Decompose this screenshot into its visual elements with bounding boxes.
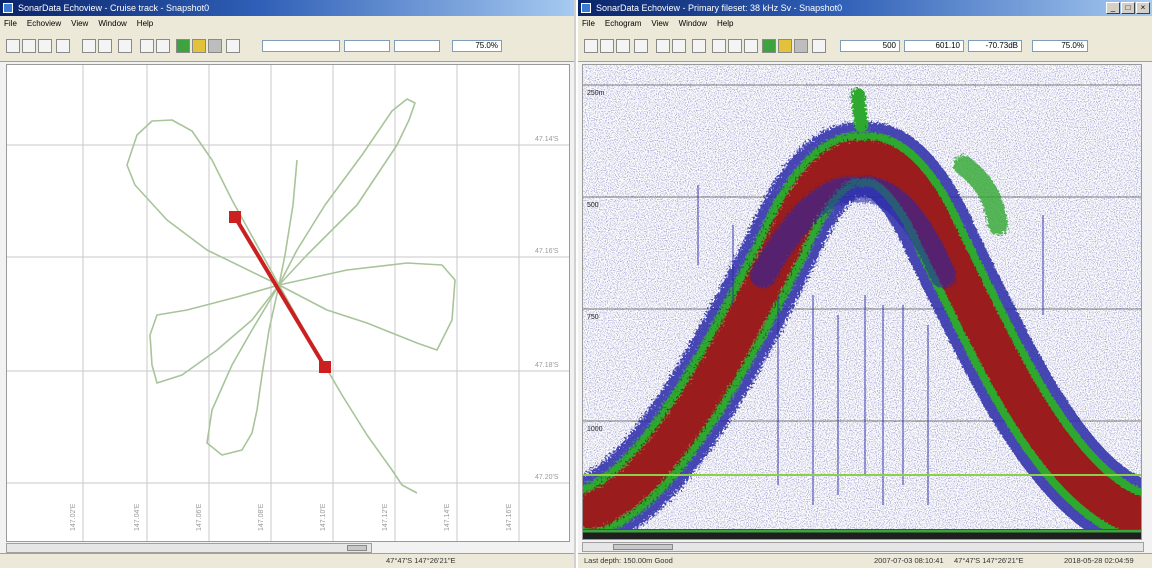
status-last-depth: Last depth: 150.00m Good: [584, 556, 673, 565]
left-toolbar-field-2[interactable]: [344, 40, 390, 52]
line-tool-icon[interactable]: [712, 39, 726, 53]
depth-label: 250m: [587, 90, 605, 97]
properties-icon[interactable]: [192, 39, 206, 53]
track-loop-lower: [206, 284, 280, 456]
lat-label: 47.14'S: [535, 136, 559, 143]
left-toolbar-field-3[interactable]: [394, 40, 440, 52]
right-scroll-thumb[interactable]: [613, 544, 673, 550]
export-icon[interactable]: [812, 39, 826, 53]
ship-track: [126, 98, 456, 494]
properties-icon[interactable]: [778, 39, 792, 53]
app-icon: [581, 3, 591, 13]
menu-file[interactable]: File: [4, 19, 17, 28]
right-status-bar: Last depth: 150.00m Good 2007-07-03 08:1…: [578, 553, 1152, 568]
menu-view[interactable]: View: [71, 19, 88, 28]
cursor-icon[interactable]: [82, 39, 96, 53]
lon-label: 147.14'E: [444, 503, 451, 531]
track-loop-left: [149, 284, 280, 384]
left-title-bar[interactable]: SonarData Echoview - Cruise track - Snap…: [0, 0, 574, 16]
segment-start-handle[interactable]: [229, 211, 241, 223]
save-icon[interactable]: [616, 39, 630, 53]
status-date: 2018-05-28 02:04:59: [1064, 556, 1134, 565]
lon-label: 147.04'E: [134, 503, 141, 531]
menu-help[interactable]: Help: [137, 19, 153, 28]
right-zoom-field[interactable]: 75.0%: [1032, 40, 1088, 52]
zoom-icon[interactable]: [672, 39, 686, 53]
echogram-icon[interactable]: [176, 39, 190, 53]
depth-label: 500: [587, 202, 599, 209]
right-toolbar-field-3[interactable]: -70.73dB: [968, 40, 1022, 52]
measure-icon[interactable]: [692, 39, 706, 53]
left-menu-bar: File Echoview View Window Help: [0, 16, 574, 30]
open-icon[interactable]: [600, 39, 614, 53]
selected-segment[interactable]: [229, 211, 331, 373]
line-tool-icon[interactable]: [140, 39, 154, 53]
app-icon: [3, 3, 13, 13]
left-window-title: SonarData Echoview - Cruise track - Snap…: [18, 3, 210, 13]
menu-help[interactable]: Help: [717, 19, 733, 28]
minimize-button[interactable]: _: [1106, 2, 1120, 14]
left-horizontal-scrollbar[interactable]: [6, 543, 372, 553]
save-icon[interactable]: [38, 39, 52, 53]
lon-label: 147.16'E: [506, 503, 513, 531]
region-tool-icon[interactable]: [156, 39, 170, 53]
left-toolbar-field-1[interactable]: [262, 40, 340, 52]
right-toolbar: 500 601.10 -70.73dB 75.0%: [578, 30, 1152, 62]
left-zoom-field[interactable]: 75.0%: [452, 40, 502, 52]
echogram-icon[interactable]: [762, 39, 776, 53]
right-title-bar[interactable]: SonarData Echoview - Primary fileset: 38…: [578, 0, 1152, 16]
pick-icon[interactable]: [744, 39, 758, 53]
open-icon[interactable]: [22, 39, 36, 53]
echogram-view[interactable]: 250m 500 750 1000: [582, 64, 1142, 540]
measure-icon[interactable]: [118, 39, 132, 53]
status-position: 47°47'S 147°26'21"E: [954, 556, 1024, 565]
track-icon[interactable]: [794, 39, 808, 53]
lon-label: 147.08'E: [258, 503, 265, 531]
segment-end-handle[interactable]: [319, 361, 331, 373]
lon-label: 147.06'E: [196, 503, 203, 531]
status-time: 2007-07-03 08:10:41: [874, 556, 944, 565]
lon-label: 147.10'E: [320, 503, 327, 531]
depth-label: 750: [587, 314, 599, 321]
menu-view[interactable]: View: [651, 19, 668, 28]
region-tool-icon[interactable]: [728, 39, 742, 53]
export-icon[interactable]: [226, 39, 240, 53]
menu-echogram[interactable]: Echogram: [605, 19, 641, 28]
right-window-controls: _ □ ×: [1106, 2, 1150, 14]
track-icon[interactable]: [208, 39, 222, 53]
maximize-button[interactable]: □: [1121, 2, 1135, 14]
lon-label: 147.02'E: [70, 503, 77, 531]
menu-window[interactable]: Window: [98, 19, 126, 28]
right-horizontal-scrollbar[interactable]: [582, 542, 1144, 552]
copy-icon[interactable]: [634, 39, 648, 53]
menu-window[interactable]: Window: [679, 19, 707, 28]
left-status-position: 47°47'S 147°26'21"E: [386, 556, 456, 565]
close-button[interactable]: ×: [1136, 2, 1150, 14]
left-status-bar: 47°47'S 147°26'21"E: [0, 553, 574, 568]
menu-file[interactable]: File: [582, 19, 595, 28]
cruise-track-view[interactable]: 47.14'S 47.16'S 47.18'S 47.20'S 147.02'E…: [6, 64, 570, 542]
left-scroll-thumb[interactable]: [347, 545, 367, 551]
new-icon[interactable]: [6, 39, 20, 53]
lat-label: 47.20'S: [535, 474, 559, 481]
right-toolbar-field-2[interactable]: 601.10: [904, 40, 964, 52]
left-toolbar: 75.0%: [0, 30, 574, 62]
right-menu-bar: File Echogram View Window Help: [578, 16, 1152, 30]
echogram-window: SonarData Echoview - Primary fileset: 38…: [578, 0, 1152, 568]
lon-label: 147.12'E: [382, 503, 389, 531]
zoom-icon[interactable]: [98, 39, 112, 53]
depth-label: 1000: [587, 426, 603, 433]
cruise-track-window: SonarData Echoview - Cruise track - Snap…: [0, 0, 576, 568]
cursor-icon[interactable]: [656, 39, 670, 53]
right-toolbar-field-1[interactable]: 500: [840, 40, 900, 52]
copy-icon[interactable]: [56, 39, 70, 53]
right-window-title: SonarData Echoview - Primary fileset: 38…: [596, 3, 843, 13]
lat-label: 47.18'S: [535, 362, 559, 369]
new-icon[interactable]: [584, 39, 598, 53]
lat-label: 47.16'S: [535, 248, 559, 255]
menu-echoview[interactable]: Echoview: [27, 19, 61, 28]
